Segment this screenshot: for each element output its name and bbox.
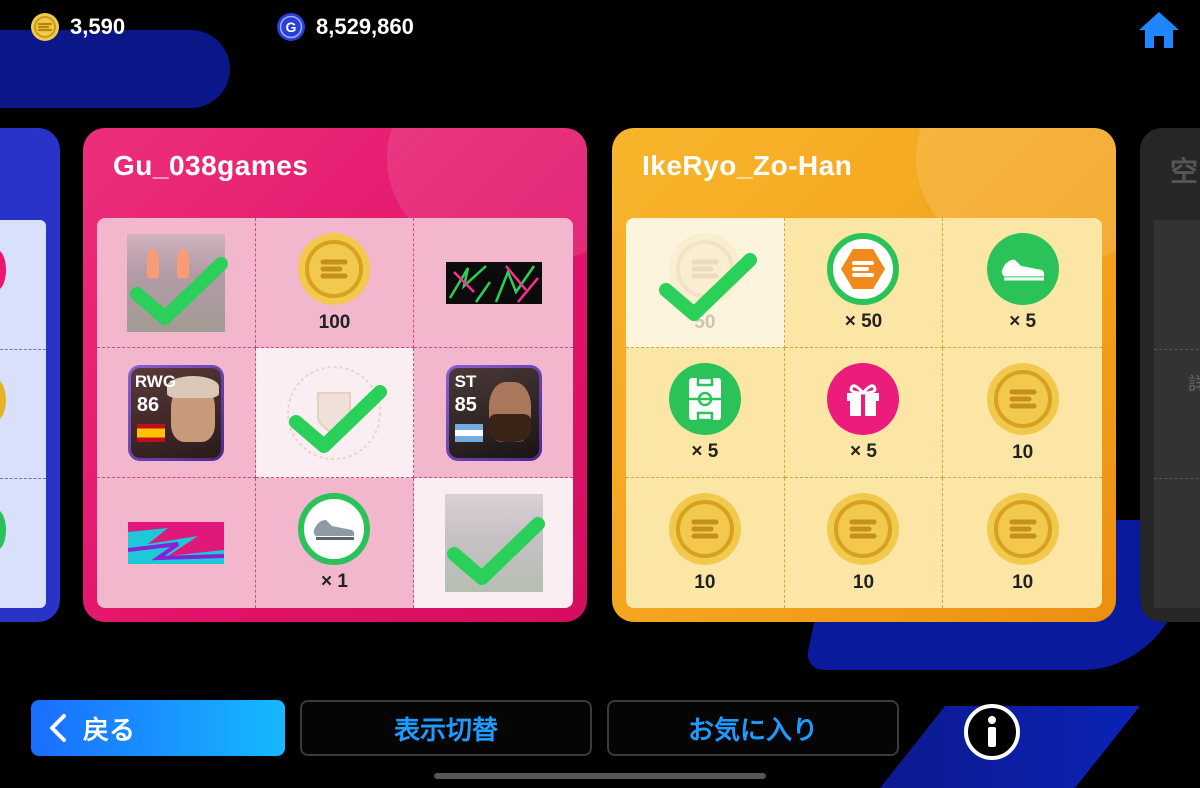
reward-quantity: × 1: [321, 571, 348, 592]
reward-quantity: 10: [694, 572, 716, 593]
favorites-button[interactable]: お気に入り: [607, 700, 899, 756]
reward-cell[interactable]: [97, 478, 256, 608]
player-position: ST: [454, 371, 477, 391]
home-indicator: [434, 773, 766, 779]
banner-icon: [127, 522, 224, 564]
reward-cell[interactable]: [97, 218, 256, 348]
reward-quantity: 100: [318, 311, 351, 333]
ecoin-icon: [986, 362, 1059, 435]
info-icon[interactable]: [963, 703, 1021, 761]
reward-cell[interactable]: RWG 86: [97, 348, 256, 478]
ecoin-balance: 3,590: [30, 12, 125, 42]
reward-cell[interactable]: × 5: [626, 348, 785, 478]
bingo-card-ikeryo[interactable]: IkeRyo_Zo-Han 50 × 50 × 5 × 5 × 5 10 10 …: [612, 128, 1116, 622]
reward-cell[interactable]: [414, 478, 573, 608]
player-position: RWG: [134, 371, 177, 391]
boot-icon: [986, 232, 1059, 305]
right-partial-card[interactable]: 空 詳: [1140, 128, 1200, 622]
reward-cell[interactable]: ST 85: [414, 348, 573, 478]
ecoin-icon: [298, 232, 371, 305]
partial-card-detail: 詳: [1188, 374, 1200, 394]
svg-text:G: G: [286, 19, 297, 35]
card-owner-name: IkeRyo_Zo-Han: [642, 150, 853, 181]
reward-quantity: × 5: [1009, 310, 1037, 332]
card-owner-name: Gu_038games: [113, 150, 309, 181]
ecoin-amount: 3,590: [70, 14, 126, 39]
reward-cell[interactable]: 10: [784, 478, 944, 608]
chevron-left-icon: [50, 714, 66, 742]
claimed-check-icon: [130, 257, 228, 325]
reward-cell[interactable]: × 1: [255, 478, 415, 608]
reward-cell[interactable]: 10: [943, 478, 1102, 608]
reward-quantity: 10: [1012, 572, 1034, 593]
pitch-icon: [668, 362, 741, 435]
reward-cell[interactable]: [414, 218, 573, 348]
back-label: 戻る: [83, 714, 136, 745]
reward-cell[interactable]: 100: [255, 218, 415, 348]
reward-cell[interactable]: 50: [626, 218, 785, 348]
partial-card-title: 空: [1170, 156, 1199, 187]
ecoin-icon: [668, 493, 741, 565]
reward-quantity: 10: [852, 572, 875, 593]
bingo-card-gu038games[interactable]: Gu_038games 100 RWG 86 ST 85 × 1: [83, 128, 587, 622]
reward-cell[interactable]: × 5: [943, 218, 1102, 348]
top-bar: 3,590 G 8,529,860: [0, 0, 1200, 56]
spain-flag-icon: [136, 423, 165, 442]
gp-balance: G 8,529,860: [276, 12, 414, 42]
gp-amount: 8,529,860: [316, 14, 414, 39]
claimed-check-icon: [288, 385, 387, 453]
left-partial-card[interactable]: [0, 128, 60, 622]
reward-cell[interactable]: [255, 348, 415, 478]
reward-grid: 50 × 50 × 5 × 5 × 5 10 10 10 10: [626, 218, 1102, 608]
display-toggle-label: 表示切替: [393, 714, 498, 745]
player-card-icon: ST 85: [445, 364, 542, 461]
ecoin-icon: [827, 493, 900, 565]
boot-icon: [298, 493, 371, 565]
ecoin-icon: [31, 13, 59, 41]
reward-cell[interactable]: × 5: [784, 348, 944, 478]
reward-quantity: × 5: [850, 440, 877, 462]
argentina-flag-icon: [454, 423, 483, 442]
reward-cell[interactable]: × 50: [784, 218, 944, 348]
player-rating: 86: [136, 393, 160, 416]
ecoin-icon: [986, 493, 1059, 565]
claimed-check-icon: [659, 253, 757, 321]
reward-quantity: × 50: [844, 310, 883, 332]
gift-icon: [827, 362, 900, 435]
reward-grid: 100 RWG 86 ST 85 × 1: [97, 218, 573, 608]
exchange-ticket-icon: [827, 232, 900, 305]
claimed-check-icon: [447, 517, 546, 585]
reward-quantity: 10: [1012, 441, 1034, 463]
player-rating: 85: [454, 393, 477, 416]
player-card-icon: RWG 86: [127, 364, 224, 461]
reward-quantity: × 5: [691, 440, 719, 462]
reward-cell[interactable]: 10: [943, 348, 1102, 478]
reward-cell[interactable]: 10: [626, 478, 785, 608]
home-icon[interactable]: [1136, 8, 1182, 52]
banner-icon: [445, 261, 542, 304]
back-button[interactable]: 戻る: [31, 700, 285, 756]
favorites-label: お気に入り: [687, 714, 818, 745]
gp-icon: G: [277, 13, 305, 41]
display-toggle-button[interactable]: 表示切替: [300, 700, 592, 756]
